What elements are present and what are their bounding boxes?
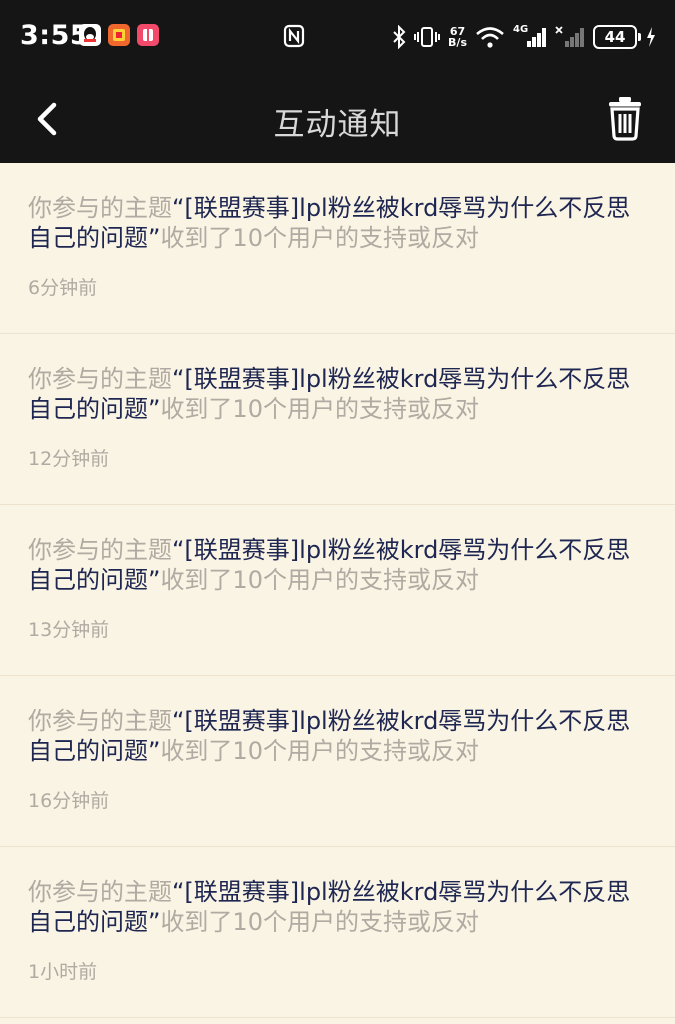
message-prefix: 你参与的主题 <box>28 707 172 735</box>
notification-time: 13分钟前 <box>28 619 110 641</box>
notification-item[interactable]: 你参与的主题“[联盟赛事]lpl粉丝被krd辱骂为什么不反思自己的问题”收到了1… <box>0 676 675 847</box>
message-suffix: 收到了10个用户的支持或反对 <box>160 737 479 765</box>
net-speed: 67 B/s <box>448 26 467 48</box>
notification-item[interactable]: 你参与的主题“[联盟赛事]lpl粉丝被krd辱骂为什么不反思自己的问题”收到了1… <box>0 163 675 334</box>
vibrate-icon <box>414 27 441 47</box>
page-title: 互动通知 <box>273 107 402 143</box>
notification-item[interactable]: 你参与的主题“[联盟赛事]lpl粉丝被krd辱骂为什么不反思自己的问题”收到了1… <box>0 505 675 676</box>
net-speed-unit: B/s <box>448 36 467 49</box>
message-prefix: 你参与的主题 <box>28 194 172 222</box>
message-suffix: 收到了10个用户的支持或反对 <box>160 224 479 252</box>
message-suffix: 收到了10个用户的支持或反对 <box>160 395 479 423</box>
signal-icon: 4G <box>513 25 547 49</box>
message-suffix: 收到了10个用户的支持或反对 <box>160 908 479 936</box>
notification-list: 你参与的主题“[联盟赛事]lpl粉丝被krd辱骂为什么不反思自己的问题”收到了1… <box>0 163 675 1018</box>
message-prefix: 你参与的主题 <box>28 365 172 393</box>
header-bar: 互动通知 <box>0 75 675 163</box>
notification-time: 1小时前 <box>28 961 98 983</box>
charging-icon <box>647 27 655 47</box>
message-suffix: 收到了10个用户的支持或反对 <box>160 566 479 594</box>
notification-time: 12分钟前 <box>28 448 110 470</box>
notification-message: 你参与的主题“[联盟赛事]lpl粉丝被krd辱骂为什么不反思自己的问题”收到了1… <box>28 535 647 595</box>
notification-message: 你参与的主题“[联盟赛事]lpl粉丝被krd辱骂为什么不反思自己的问题”收到了1… <box>28 877 647 937</box>
bluetooth-icon <box>393 25 406 49</box>
notification-time: 6分钟前 <box>28 277 98 299</box>
notification-message: 你参与的主题“[联盟赛事]lpl粉丝被krd辱骂为什么不反思自己的问题”收到了1… <box>28 193 647 253</box>
nfc-icon <box>283 24 305 48</box>
notification-item[interactable]: 你参与的主题“[联盟赛事]lpl粉丝被krd辱骂为什么不反思自己的问题”收到了1… <box>0 847 675 1018</box>
delete-all-button[interactable] <box>606 95 644 141</box>
notification-message: 你参与的主题“[联盟赛事]lpl粉丝被krd辱骂为什么不反思自己的问题”收到了1… <box>28 364 647 424</box>
app-icon-2 <box>137 24 159 46</box>
qq-icon <box>79 24 101 46</box>
wifi-icon <box>476 27 504 48</box>
trash-icon <box>609 97 641 141</box>
message-prefix: 你参与的主题 <box>28 536 172 564</box>
signal-icon-no-service <box>555 26 584 47</box>
notification-message: 你参与的主题“[联盟赛事]lpl粉丝被krd辱骂为什么不反思自己的问题”收到了1… <box>28 706 647 766</box>
message-prefix: 你参与的主题 <box>28 878 172 906</box>
notification-item[interactable]: 你参与的主题“[联盟赛事]lpl粉丝被krd辱骂为什么不反思自己的问题”收到了1… <box>0 334 675 505</box>
battery-icon: 44 <box>593 25 641 49</box>
notification-time: 16分钟前 <box>28 790 110 812</box>
status-bar: 3:55 67 B/s 4G 44 <box>0 0 675 75</box>
app-icon <box>108 24 130 46</box>
